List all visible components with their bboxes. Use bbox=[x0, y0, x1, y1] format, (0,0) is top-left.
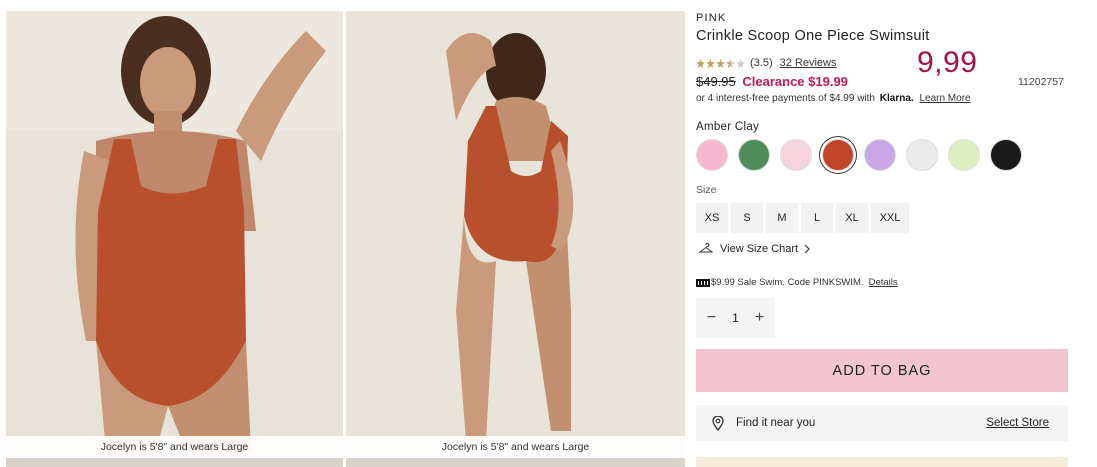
product-info-panel: PINK Crinkle Scoop One Piece Swimsuit (3… bbox=[696, 0, 1076, 467]
swatch-white[interactable] bbox=[906, 139, 938, 171]
star-icon bbox=[696, 58, 705, 68]
brand-label: PINK bbox=[696, 12, 727, 24]
swatch-lavender[interactable] bbox=[864, 139, 896, 171]
size-chart-label: View Size Chart bbox=[720, 243, 799, 255]
rating-value: (3.5) bbox=[750, 57, 773, 69]
swatch-lime[interactable] bbox=[948, 139, 980, 171]
swatch-pink[interactable] bbox=[696, 139, 728, 171]
image-caption: Jocelyn is 5'8" and wears Large bbox=[346, 436, 685, 458]
size-selector: XS S M L XL XXL bbox=[696, 203, 912, 233]
location-pin-icon bbox=[712, 415, 724, 431]
sale-price: Clearance $19.99 bbox=[742, 74, 848, 89]
overlay-price: 9,99 bbox=[917, 46, 978, 79]
chevron-right-icon bbox=[804, 244, 810, 254]
quantity-stepper: − 1 + bbox=[696, 298, 775, 338]
quantity-decrease-button[interactable]: − bbox=[701, 309, 721, 327]
product-title: Crinkle Scoop One Piece Swimsuit bbox=[696, 28, 930, 44]
swatch-light-pink[interactable] bbox=[780, 139, 812, 171]
size-m-button[interactable]: M bbox=[766, 203, 798, 233]
empty-star-icon bbox=[736, 58, 745, 68]
add-to-bag-button[interactable]: ADD TO BAG bbox=[696, 349, 1068, 392]
klarna-logo: Klarna. bbox=[879, 93, 914, 104]
promo-text: $9.99 Sale Swim. Code PINKSWIM. bbox=[711, 277, 864, 288]
star-icon bbox=[706, 58, 715, 68]
next-image-preview bbox=[6, 458, 343, 467]
price-row: $49.95 Clearance $19.99 bbox=[696, 74, 848, 89]
next-image-preview bbox=[346, 458, 685, 467]
klarna-learn-more-link[interactable]: Learn More bbox=[919, 93, 970, 104]
product-image-front[interactable]: Jocelyn is 5'8" and wears Large bbox=[6, 11, 343, 467]
size-xxl-button[interactable]: XXL bbox=[871, 203, 909, 233]
size-chart-link[interactable]: View Size Chart bbox=[699, 243, 811, 255]
quantity-value[interactable]: 1 bbox=[732, 311, 739, 325]
item-number: 11202757 bbox=[1018, 76, 1064, 88]
size-xs-button[interactable]: XS bbox=[696, 203, 728, 233]
select-store-link[interactable]: Select Store bbox=[986, 417, 1049, 429]
swatch-green[interactable] bbox=[738, 139, 770, 171]
model-back-illustration bbox=[346, 11, 685, 467]
image-caption: Jocelyn is 5'8" and wears Large bbox=[6, 436, 343, 458]
star-icon bbox=[716, 58, 725, 68]
find-store-label: Find it near you bbox=[736, 417, 816, 429]
offer-banner bbox=[696, 457, 1068, 467]
tag-icon bbox=[696, 278, 710, 287]
product-image-back[interactable]: Jocelyn is 5'8" and wears Large bbox=[346, 11, 685, 467]
size-xl-button[interactable]: XL bbox=[836, 203, 868, 233]
promo-details-link[interactable]: Details bbox=[869, 277, 898, 288]
size-label: Size bbox=[696, 184, 717, 196]
size-l-button[interactable]: L bbox=[801, 203, 833, 233]
selected-color-name: Amber Clay bbox=[696, 121, 760, 133]
klarna-text: or 4 interest-free payments of $4.99 wit… bbox=[696, 93, 875, 104]
model-front-illustration bbox=[6, 11, 343, 467]
promo-row: $9.99 Sale Swim. Code PINKSWIM. Details bbox=[696, 277, 898, 288]
hanger-icon bbox=[699, 243, 713, 253]
star-rating bbox=[696, 58, 745, 68]
find-store-row[interactable]: Find it near you Select Store bbox=[696, 405, 1068, 441]
swatch-black[interactable] bbox=[990, 139, 1022, 171]
reviews-link[interactable]: 32 Reviews bbox=[780, 57, 837, 69]
original-price: $49.95 bbox=[696, 74, 736, 89]
swatch-amber-clay[interactable] bbox=[822, 139, 854, 171]
size-s-button[interactable]: S bbox=[731, 203, 763, 233]
half-star-icon bbox=[726, 58, 735, 68]
klarna-row: or 4 interest-free payments of $4.99 wit… bbox=[696, 93, 971, 104]
quantity-increase-button[interactable]: + bbox=[750, 309, 770, 327]
rating-row: (3.5) 32 Reviews bbox=[696, 57, 836, 69]
color-swatches bbox=[696, 139, 1022, 171]
